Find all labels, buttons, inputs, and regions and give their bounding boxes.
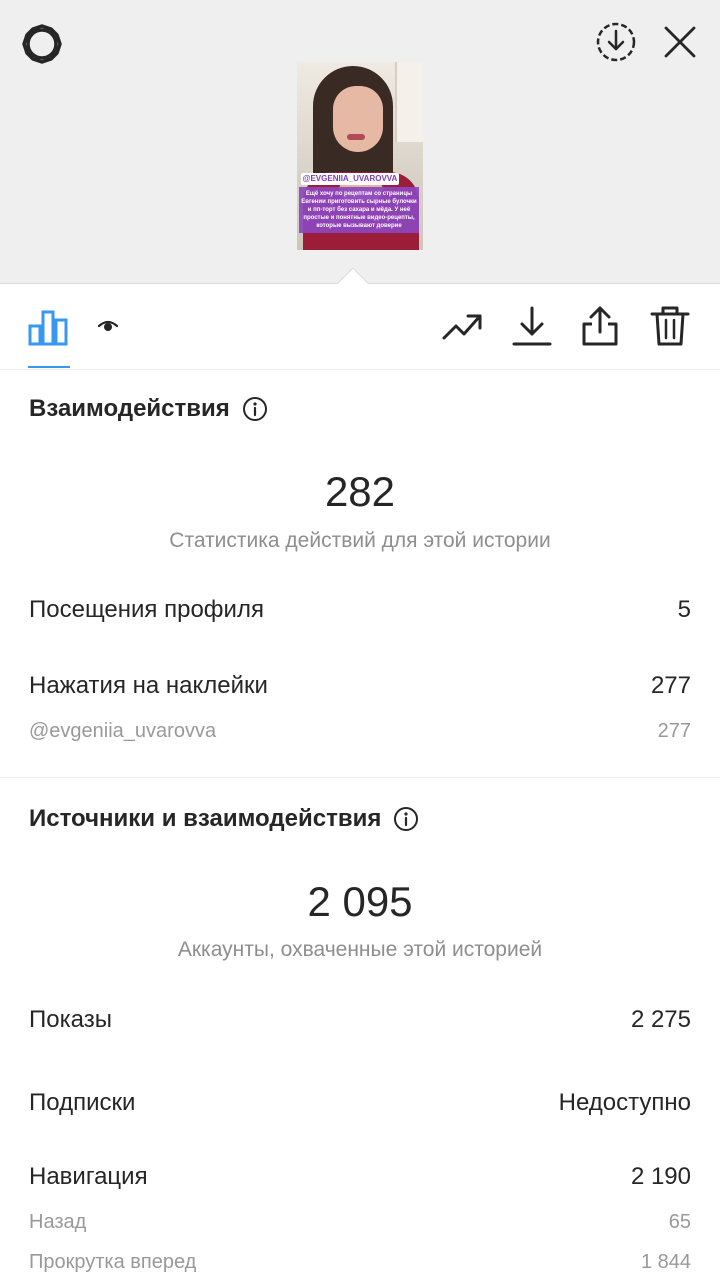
stat-subrow-forward: Прокрутка вперед 1 844 [29,1251,691,1274]
stat-label: Навигация [29,1163,148,1190]
close-icon [664,26,696,58]
stat-sublabel: @evgeniia_uvarovva [29,720,217,742]
gear-icon [22,24,62,64]
thumbnail-face [333,86,383,152]
stat-row-follows: Подписки Недоступно [29,1089,691,1117]
stat-row-navigation: Навигация 2 190 [29,1163,691,1191]
close-button[interactable] [654,16,706,68]
stat-value: Недоступно [558,1089,691,1116]
stat-value: 5 [677,596,691,623]
story-caption: Ещё хочу по рецептам со страницы Евгении… [299,187,419,233]
tab-insights[interactable] [20,298,76,354]
stat-subrow-back: Назад 65 [29,1211,691,1234]
story-thumbnail[interactable]: @EVGENIIA_UVAROVVA Ещё хочу по рецептам … [297,62,423,250]
stat-subrow-mention-sticker: @evgeniia_uvarovva 277 [29,720,691,743]
bar-chart-icon [28,310,68,346]
interactions-title-text: Взаимодействия [29,395,230,422]
stat-value: 2 275 [630,1006,691,1033]
download-circle-icon [596,22,636,62]
stat-label: Подписки [29,1089,136,1116]
story-mention-sticker: @EVGENIIA_UVAROVVA [301,173,399,185]
promote-button[interactable] [434,298,490,354]
save-story-button[interactable] [590,16,642,68]
tab-viewers[interactable] [80,298,136,354]
stat-label: Показы [29,1006,112,1033]
stat-value: 277 [650,672,691,699]
discovery-title-text: Источники и взаимодействия [29,805,382,832]
thumbnail-cabinet [395,62,423,142]
interactions-caption: Статистика действий для этой истории [169,529,551,552]
thumbnail-lips [347,134,365,140]
download-button[interactable] [504,298,560,354]
stat-subvalue: 1 844 [640,1251,691,1273]
story-preview-header: @EVGENIIA_UVAROVVA Ещё хочу по рецептам … [0,0,720,299]
stat-sublabel: Назад [29,1211,87,1233]
stat-row-impressions: Показы 2 275 [29,1006,691,1034]
discovery-caption: Аккаунты, охваченные этой историей [177,938,543,961]
stat-label: Посещения профиля [29,596,264,623]
settings-button[interactable] [16,18,68,70]
eye-icon [97,320,119,331]
stat-row-sticker-taps: Нажатия на наклейки 277 [29,672,691,700]
share-icon [582,306,618,346]
stat-value: 2 190 [630,1163,691,1190]
delete-button[interactable] [642,298,698,354]
active-tab-indicator [28,366,70,368]
interactions-total: 282 [324,468,396,515]
share-button[interactable] [572,298,628,354]
trash-icon [650,306,690,346]
interactions-section-title: Взаимодействия [29,395,268,423]
trending-up-icon [442,314,482,340]
stat-sublabel: Прокрутка вперед [29,1251,197,1273]
insights-toolbar [0,290,720,370]
discovery-section-title: Источники и взаимодействия [29,805,419,833]
stat-subvalue: 277 [657,720,691,742]
stat-label: Нажатия на наклейки [29,672,268,699]
info-icon[interactable] [393,806,419,832]
info-icon[interactable] [242,396,268,422]
discovery-total: 2 095 [307,878,413,925]
stat-subvalue: 65 [668,1211,691,1233]
section-divider [0,777,720,778]
download-icon [512,306,552,346]
stat-row-profile-visits: Посещения профиля 5 [29,596,691,624]
